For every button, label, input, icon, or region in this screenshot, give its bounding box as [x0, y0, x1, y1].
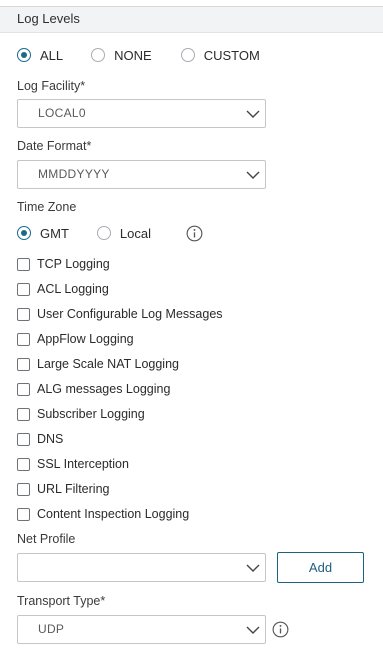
- section-header: Log Levels: [0, 7, 383, 33]
- time-zone-radio-group: GMT Local: [17, 223, 151, 243]
- checkbox[interactable]: [17, 282, 30, 296]
- checkbox[interactable]: [17, 382, 30, 396]
- checkbox[interactable]: [17, 307, 30, 321]
- checkbox-label: URL Filtering: [37, 482, 110, 496]
- add-net-profile-button[interactable]: Add: [277, 552, 364, 583]
- checkbox[interactable]: [17, 457, 30, 471]
- time-zone-gmt-label: GMT: [40, 225, 69, 241]
- chevron-down-icon: [246, 110, 260, 118]
- date-format-label: Date Format*: [17, 139, 92, 153]
- info-icon[interactable]: [272, 621, 289, 638]
- checkbox[interactable]: [17, 257, 30, 271]
- section-title: Log Levels: [17, 11, 80, 26]
- info-icon[interactable]: [186, 225, 203, 242]
- radio-circle[interactable]: [96, 226, 111, 240]
- log-level-none-label: NONE: [114, 47, 152, 63]
- checkbox-label: Subscriber Logging: [37, 407, 145, 421]
- transport-type-select[interactable]: UDP: [17, 615, 266, 644]
- time-zone-local-radio[interactable]: Local: [96, 225, 151, 241]
- checkbox-label: AppFlow Logging: [37, 332, 134, 346]
- transport-type-label: Transport Type*: [17, 594, 106, 608]
- checkbox-dns[interactable]: DNS: [17, 430, 63, 448]
- checkbox-ssl-interception[interactable]: SSL Interception: [17, 455, 129, 473]
- checkbox-content-inspection-logging[interactable]: Content Inspection Logging: [17, 505, 189, 523]
- checkbox-acl-logging[interactable]: ACL Logging: [17, 280, 109, 298]
- net-profile-select[interactable]: [17, 553, 266, 582]
- checkbox-subscriber-logging[interactable]: Subscriber Logging: [17, 405, 145, 423]
- checkbox[interactable]: [17, 482, 30, 496]
- chevron-down-icon: [246, 626, 260, 634]
- radio-circle-selected[interactable]: [17, 226, 31, 240]
- checkbox-alg-messages-logging[interactable]: ALG messages Logging: [17, 380, 170, 398]
- checkbox-label: DNS: [37, 432, 64, 446]
- net-profile-label: Net Profile: [17, 532, 76, 546]
- log-level-all-radio[interactable]: ALL: [17, 48, 63, 63]
- date-format-select[interactable]: MMDDYYYY: [17, 160, 266, 189]
- chevron-down-icon: [246, 171, 260, 179]
- transport-type-value: UDP: [38, 622, 65, 636]
- radio-circle[interactable]: [180, 48, 195, 62]
- checkbox-large-scale-nat-logging[interactable]: Large Scale NAT Logging: [17, 355, 179, 373]
- checkbox-label: TCP Logging: [37, 257, 110, 271]
- checkbox[interactable]: [17, 357, 30, 371]
- checkbox-url-filtering[interactable]: URL Filtering: [17, 480, 109, 498]
- time-zone-local-label: Local: [119, 225, 151, 241]
- checkbox[interactable]: [17, 332, 30, 346]
- log-level-custom-label: CUSTOM: [203, 47, 260, 63]
- log-levels-radio-group: ALL NONE CUSTOM: [17, 45, 260, 65]
- add-button-label: Add: [308, 560, 333, 575]
- date-format-value: MMDDYYYY: [38, 167, 110, 181]
- checkbox-label: ALG messages Logging: [37, 382, 171, 396]
- radio-circle-selected[interactable]: [17, 48, 31, 62]
- checkbox-label: SSL Interception: [37, 457, 129, 471]
- checkbox-user-configurable-log-messages[interactable]: User Configurable Log Messages: [17, 305, 223, 323]
- chevron-down-icon: [246, 564, 260, 572]
- log-facility-label: Log Facility*: [17, 79, 86, 93]
- time-zone-gmt-radio[interactable]: GMT: [17, 226, 69, 241]
- checkbox-appflow-logging[interactable]: AppFlow Logging: [17, 330, 134, 348]
- log-facility-select[interactable]: LOCAL0: [17, 99, 266, 128]
- checkbox-label: User Configurable Log Messages: [37, 307, 223, 321]
- log-level-custom-radio[interactable]: CUSTOM: [180, 47, 260, 63]
- checkbox-tcp-logging[interactable]: TCP Logging: [17, 255, 110, 273]
- log-level-all-label: ALL: [40, 47, 64, 63]
- checkbox[interactable]: [17, 432, 30, 446]
- log-level-none-radio[interactable]: NONE: [91, 48, 152, 63]
- time-zone-label: Time Zone: [17, 200, 77, 214]
- radio-circle[interactable]: [91, 48, 106, 62]
- checkbox-label: Large Scale NAT Logging: [37, 357, 179, 371]
- log-facility-value: LOCAL0: [38, 106, 86, 120]
- checkbox[interactable]: [17, 507, 30, 521]
- checkbox-label: Content Inspection Logging: [37, 507, 190, 521]
- checkbox[interactable]: [17, 407, 30, 421]
- checkbox-label: ACL Logging: [37, 282, 109, 296]
